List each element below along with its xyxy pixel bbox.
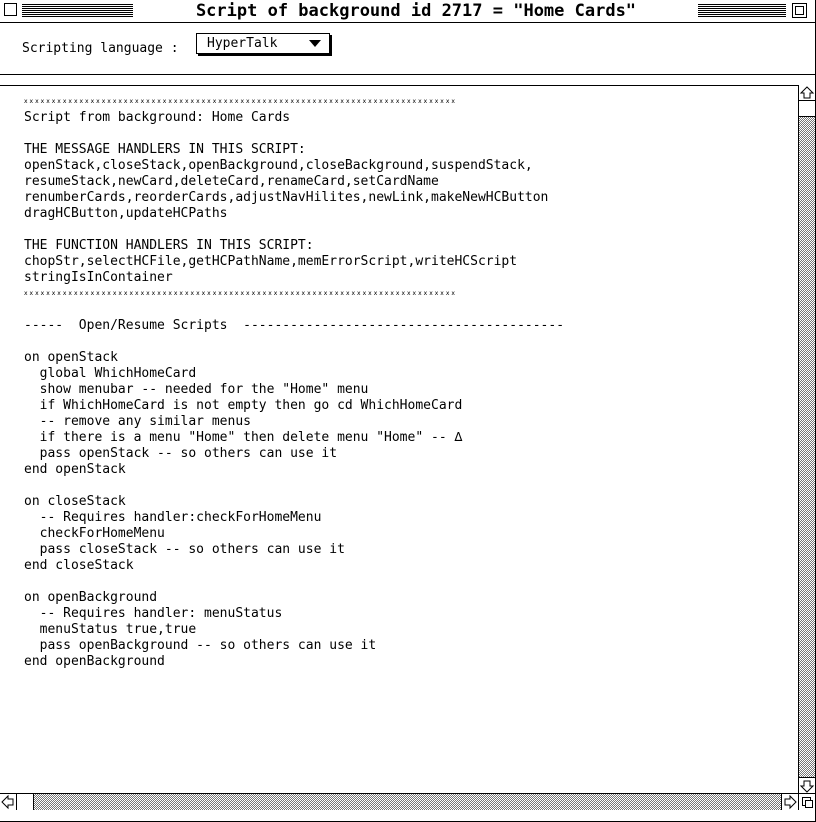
scroll-right-button[interactable] <box>781 794 798 810</box>
zoom-box[interactable] <box>792 3 807 18</box>
script-line: on openBackground <box>24 590 158 605</box>
triangle-down-icon <box>309 40 321 47</box>
script-line: THE MESSAGE HANDLERS IN THIS SCRIPT: <box>24 142 306 157</box>
script-line <box>24 574 774 590</box>
script-line: end openBackground <box>24 654 165 669</box>
script-line <box>24 478 774 494</box>
title-bar-stripes <box>22 4 133 17</box>
title-bar-stripes <box>698 4 786 17</box>
script-line: resumeStack,newCard,deleteCard,renameCar… <box>24 174 439 189</box>
script-line: -- remove any similar menus <box>24 414 251 429</box>
script-line: menuStatus true,true <box>24 622 197 637</box>
horizontal-scroll-thumb[interactable] <box>17 794 34 810</box>
script-editor-window: Script of background id 2717 = "Home Car… <box>0 0 816 822</box>
script-line: pass openBackground -- so others can use… <box>24 638 377 653</box>
script-line: renumberCards,reorderCards,adjustNavHili… <box>24 190 549 205</box>
script-line: ⅹⅹⅹⅹⅹⅹⅹⅹⅹⅹⅹⅹⅹⅹⅹⅹⅹⅹⅹⅹⅹⅹⅹⅹⅹⅹⅹⅹⅹⅹⅹⅹⅹⅹⅹⅹⅹⅹⅹⅹ… <box>24 290 457 297</box>
script-text-area[interactable]: ⅹⅹⅹⅹⅹⅹⅹⅹⅹⅹⅹⅹⅹⅹⅹⅹⅹⅹⅹⅹⅹⅹⅹⅹⅹⅹⅹⅹⅹⅹⅹⅹⅹⅹⅹⅹⅹⅹⅹⅹ… <box>0 85 798 794</box>
script-line: stringIsInContainer <box>24 270 173 285</box>
script-line: show menubar -- needed for the "Home" me… <box>24 382 369 397</box>
title-bar[interactable]: Script of background id 2717 = "Home Car… <box>0 0 815 23</box>
script-line: -- Requires handler: menuStatus <box>24 606 283 621</box>
script-line: Script from background: Home Cards <box>24 110 291 125</box>
scroll-left-button[interactable] <box>0 794 17 810</box>
horizontal-scrollbar[interactable] <box>0 793 798 810</box>
script-code[interactable]: ⅹⅹⅹⅹⅹⅹⅹⅹⅹⅹⅹⅹⅹⅹⅹⅹⅹⅹⅹⅹⅹⅹⅹⅹⅹⅹⅹⅹⅹⅹⅹⅹⅹⅹⅹⅹⅹⅹⅹⅹ… <box>24 94 774 670</box>
script-line: dragHCButton,updateHCPaths <box>24 206 228 221</box>
zoom-icon <box>795 6 804 15</box>
scroll-up-button[interactable] <box>799 85 815 101</box>
scroll-down-button[interactable] <box>799 777 815 793</box>
script-line: ----- Open/Resume Scripts --------------… <box>24 318 565 333</box>
vertical-scrollbar[interactable] <box>798 85 815 793</box>
grow-box[interactable] <box>798 793 815 810</box>
script-line: on openStack <box>24 350 118 365</box>
arrow-down-icon <box>799 780 815 793</box>
script-line <box>24 126 774 142</box>
script-line: global WhichHomeCard <box>24 366 197 381</box>
script-line <box>24 302 774 318</box>
script-line: THE FUNCTION HANDLERS IN THIS SCRIPT: <box>24 238 314 253</box>
close-box[interactable] <box>4 3 17 16</box>
script-line <box>24 222 774 238</box>
script-line: pass closeStack -- so others can use it <box>24 542 345 557</box>
arrow-left-icon <box>1 794 14 810</box>
window-title: Script of background id 2717 = "Home Car… <box>140 0 692 22</box>
vertical-scroll-thumb[interactable] <box>799 101 815 117</box>
script-line: checkForHomeMenu <box>24 526 165 541</box>
arrow-right-icon <box>784 794 797 810</box>
language-bar: Scripting language : HyperTalk <box>0 23 815 75</box>
script-line: end closeStack <box>24 558 134 573</box>
script-line: -- Requires handler:checkForHomeMenu <box>24 510 322 525</box>
resize-icon-inner <box>805 800 813 808</box>
script-line: pass openStack -- so others can use it <box>24 446 338 461</box>
script-line: end openStack <box>24 462 126 477</box>
script-line <box>24 334 774 350</box>
language-popup-menu[interactable]: HyperTalk <box>196 33 330 54</box>
language-label: Scripting language : <box>22 41 179 56</box>
script-line: if WhichHomeCard is not empty then go cd… <box>24 398 463 413</box>
language-selected-value: HyperTalk <box>207 36 278 51</box>
script-line: openStack,closeStack,openBackground,clos… <box>24 158 533 173</box>
script-line: on closeStack <box>24 494 126 509</box>
arrow-up-icon <box>799 86 815 99</box>
script-line: chopStr,selectHCFile,getHCPathName,memEr… <box>24 254 518 269</box>
script-line: ⅹⅹⅹⅹⅹⅹⅹⅹⅹⅹⅹⅹⅹⅹⅹⅹⅹⅹⅹⅹⅹⅹⅹⅹⅹⅹⅹⅹⅹⅹⅹⅹⅹⅹⅹⅹⅹⅹⅹⅹ… <box>24 98 457 105</box>
script-line: if there is a menu "Home" then delete me… <box>24 430 463 445</box>
